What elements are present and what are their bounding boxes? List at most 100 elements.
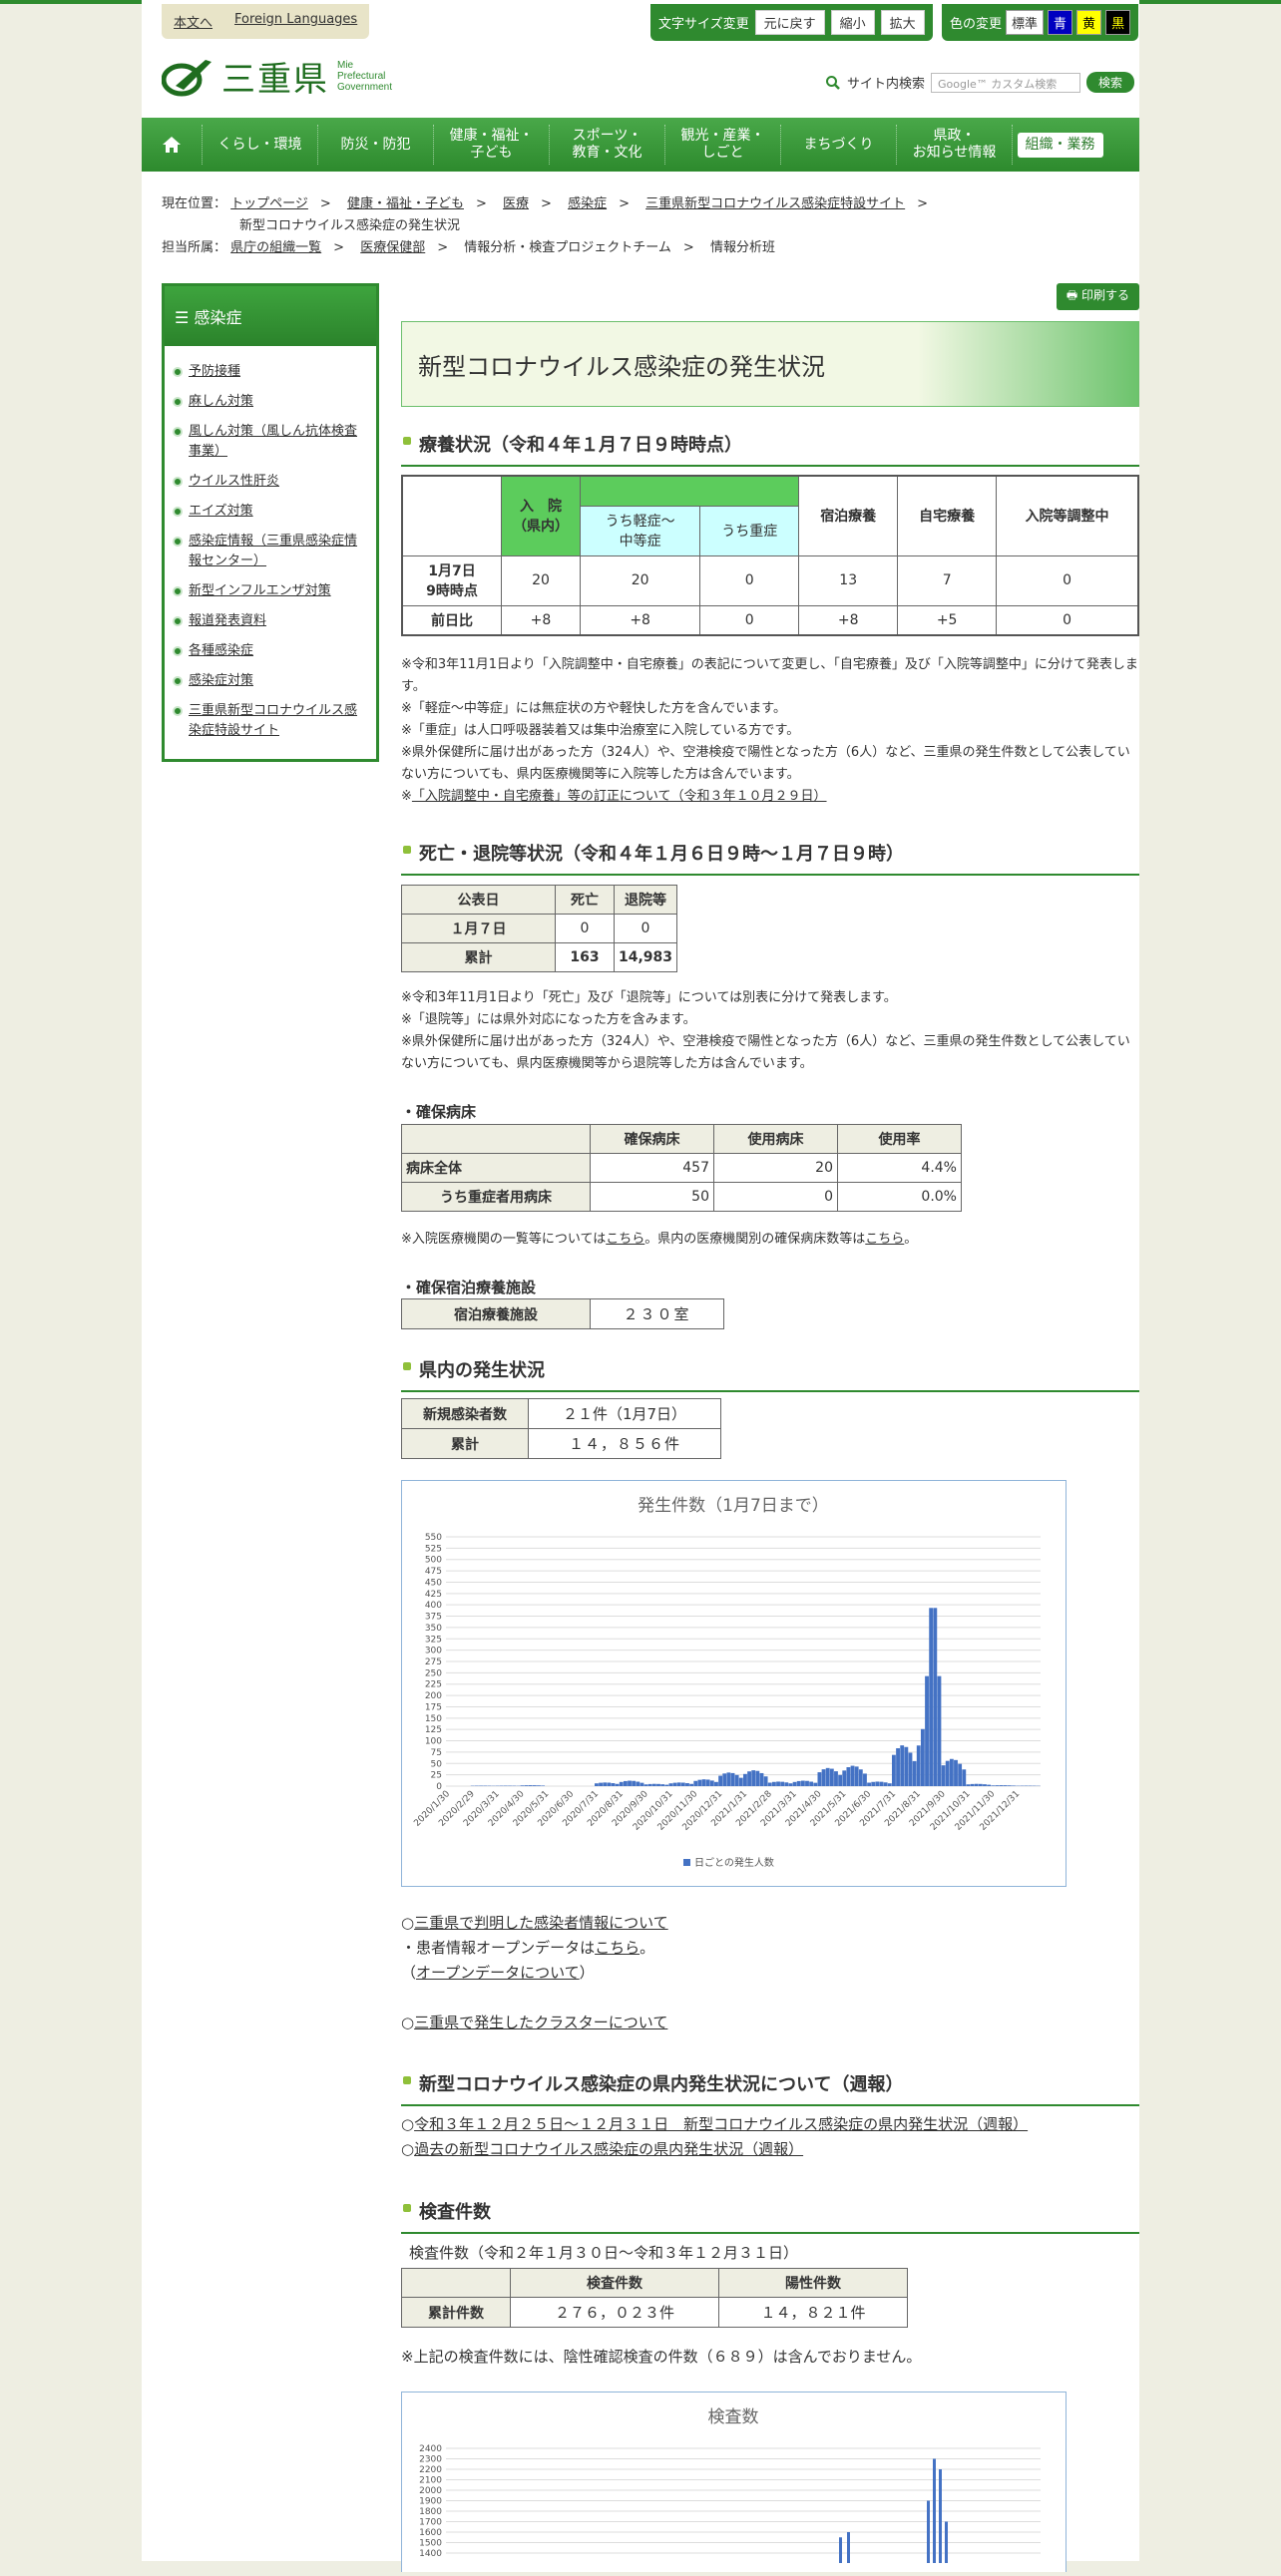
nav-organization[interactable]: 組織・業務	[1013, 125, 1107, 165]
bar	[880, 1782, 884, 1786]
sidebar-item[interactable]: エイズ対策	[173, 502, 368, 522]
bar	[933, 2459, 936, 2564]
sidebar-item[interactable]: 新型インフルエンザ対策	[173, 581, 368, 601]
bar	[867, 1783, 871, 1786]
color-blue-button[interactable]: 青	[1048, 10, 1072, 35]
text-size-large-button[interactable]: 拡大	[881, 10, 925, 35]
bar	[917, 1745, 921, 1786]
opendata-about-link[interactable]: オープンデータについて	[416, 1964, 580, 1982]
nav-town[interactable]: まちづくり	[781, 125, 897, 165]
print-button[interactable]: 🖶 印刷する	[1057, 283, 1139, 310]
sidebar-item[interactable]: 三重県新型コロナウイルス感染症特設サイト	[173, 701, 368, 741]
bar	[652, 1784, 656, 1786]
nav-home[interactable]	[142, 125, 203, 165]
search-input[interactable]: Google™ カスタム検索	[931, 73, 1080, 93]
y-tick-label: 1900	[419, 2497, 442, 2507]
opendata-link[interactable]: こちら	[595, 1939, 640, 1957]
breadcrumb-item[interactable]: トップページ	[230, 196, 308, 211]
bar	[929, 1608, 933, 1786]
bar	[834, 1771, 838, 1786]
sidebar-title: ☰ 感染症	[165, 286, 376, 346]
y-tick-label: 0	[436, 1782, 442, 1792]
beds-by-hospital-link[interactable]: こちら	[865, 1232, 904, 1247]
sidebar-item[interactable]: ウイルス性肝炎	[173, 472, 368, 492]
bar	[776, 1781, 780, 1786]
search-button[interactable]: 検索	[1086, 72, 1134, 93]
cluster-link[interactable]: 三重県で発生したクラスターについて	[414, 2014, 667, 2031]
sidebar-item[interactable]: 予防接種	[173, 362, 368, 382]
sidebar-item[interactable]: 麻しん対策	[173, 392, 368, 412]
tests-period: 検査件数（令和２年１月３０日～令和３年１２月３１日）	[409, 2242, 1147, 2264]
y-tick-label: 1600	[419, 2528, 442, 2538]
color-standard-button[interactable]: 標準	[1006, 10, 1044, 35]
nav-sports[interactable]: スポーツ・教育・文化	[550, 125, 665, 165]
sidebar-item[interactable]: 風しん対策（風しん抗体検査事業）	[173, 422, 368, 462]
color-yellow-button[interactable]: 黄	[1076, 10, 1101, 35]
col-hosp: 入 院 （県内）	[502, 476, 581, 555]
weekly-links: ○令和３年１２月２５日～１２月３１日 新型コロナウイルス感染症の県内発生状況（週…	[401, 2112, 1028, 2162]
table-row: 累計件数２７６，０２３件１４，８２１件	[402, 2298, 908, 2328]
sidebar-item[interactable]: 各種感染症	[173, 641, 368, 661]
bar	[987, 1785, 991, 1786]
nav-disaster[interactable]: 防災・防犯	[318, 125, 434, 165]
section-heading: 死亡・退院等状況（令和４年１月６日９時～１月７日９時）	[401, 840, 1139, 876]
nav-tourism[interactable]: 観光・産業・しごと	[665, 125, 781, 165]
bar	[793, 1782, 797, 1786]
breadcrumb-item[interactable]: 医療	[503, 196, 529, 211]
dept-item[interactable]: 医療保健部	[360, 240, 425, 255]
sidebar-item[interactable]: 報道発表資料	[173, 611, 368, 631]
bar	[838, 1775, 842, 1786]
hospital-list-link[interactable]: こちら	[606, 1232, 644, 1247]
bar	[904, 1747, 908, 1786]
bar	[521, 1785, 525, 1786]
nav-government[interactable]: 県政・お知らせ情報	[897, 125, 1013, 165]
y-tick-label: 125	[425, 1725, 442, 1735]
color-black-button[interactable]: 黒	[1105, 10, 1130, 35]
bar	[673, 1783, 677, 1786]
correction-link[interactable]: 「入院調整中・自宅療養」等の訂正について（令和３年１０月２９日）	[412, 789, 827, 804]
foreign-languages-link[interactable]: Foreign Languages	[234, 12, 357, 31]
y-tick-label: 525	[425, 1544, 442, 1554]
weekly-report-link[interactable]: 令和３年１２月２５日～１２月３１日 新型コロナウイルス感染症の県内発生状況（週報…	[414, 2115, 1028, 2133]
case-info-link[interactable]: 三重県で判明した感染者情報について	[414, 1914, 668, 1932]
y-tick-label: 300	[425, 1647, 442, 1656]
bar	[599, 1783, 603, 1786]
y-tick-label: 550	[425, 1533, 442, 1543]
sidebar-item[interactable]: 感染症情報（三重県感染症情報センター）	[173, 532, 368, 571]
text-size-small-button[interactable]: 縮小	[831, 10, 875, 35]
breadcrumb-item[interactable]: 健康・福祉・子ども	[347, 196, 464, 211]
breadcrumb-label: 現在位置：	[162, 196, 226, 211]
bar	[656, 1784, 660, 1786]
bar	[726, 1772, 730, 1786]
y-tick-label: 1700	[419, 2518, 442, 2528]
col-home: 自宅療養	[898, 476, 997, 555]
mie-logo-icon	[162, 56, 214, 98]
bar	[797, 1781, 801, 1786]
sidebar-item[interactable]: 感染症対策	[173, 671, 368, 691]
bar	[689, 1784, 693, 1786]
breadcrumb-item[interactable]: 感染症	[568, 196, 607, 211]
breadcrumb-item[interactable]: 三重県新型コロナウイルス感染症特設サイト	[645, 196, 905, 211]
dept-item[interactable]: 県庁の組織一覧	[230, 240, 321, 255]
nav-health[interactable]: 健康・福祉・子ども	[434, 125, 550, 165]
bar	[768, 1783, 772, 1786]
nav-living[interactable]: くらし・環境	[203, 125, 318, 165]
bar	[660, 1784, 664, 1786]
bar	[991, 1785, 995, 1786]
table-row: 病床全体457204.4%	[402, 1154, 962, 1183]
y-tick-label: 75	[431, 1748, 442, 1758]
bar	[913, 1761, 917, 1786]
y-tick-label: 2000	[419, 2486, 442, 2496]
bar	[697, 1780, 701, 1786]
text-size-reset-button[interactable]: 元に戻す	[755, 10, 825, 35]
skip-to-main-link[interactable]: 本文へ	[174, 12, 213, 31]
bullet-icon	[173, 507, 183, 517]
past-weekly-report-link[interactable]: 過去の新型コロナウイルス感染症の県内発生状況（週報）	[414, 2140, 803, 2158]
bar	[735, 1775, 739, 1786]
table-row: 前日比 +8+80 +8+50	[402, 605, 1138, 635]
beds-title: ・確保病床	[401, 1101, 476, 1122]
bar	[743, 1774, 747, 1786]
bar	[925, 1676, 929, 1786]
site-logo[interactable]: 三重県 Mie Prefectural Government	[162, 52, 392, 101]
bar	[760, 1773, 764, 1786]
